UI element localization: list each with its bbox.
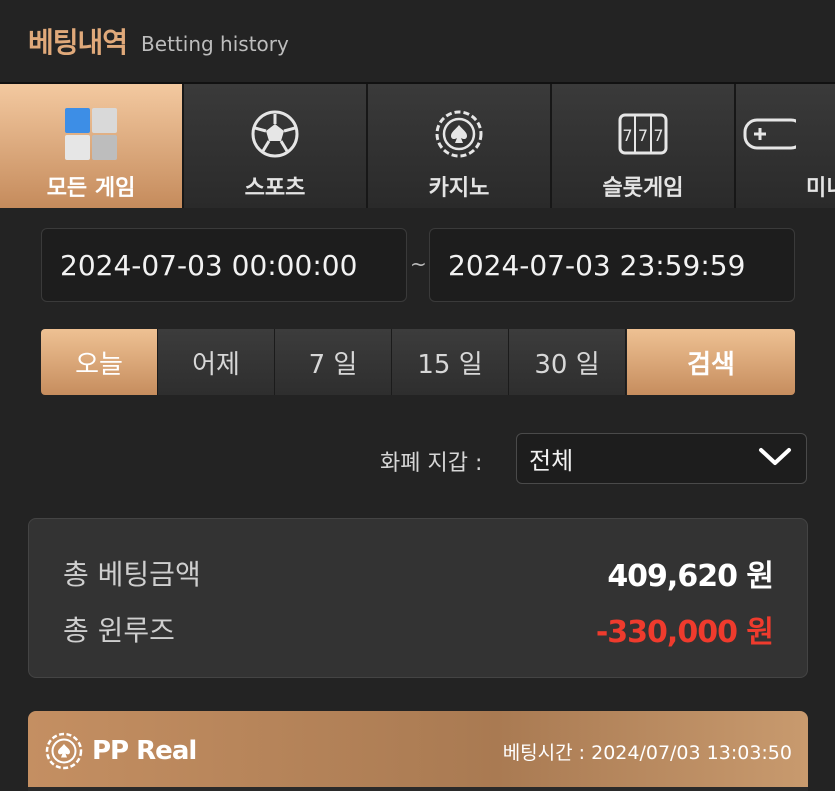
page-header: 베팅내역 Betting history — [0, 0, 835, 82]
period-today-button[interactable]: 오늘 — [41, 329, 158, 395]
currency-wallet-select[interactable]: 전체 — [516, 433, 807, 484]
bet-card-header[interactable]: PP Real 베팅시간 : 2024/07/03 13:03:50 — [28, 711, 808, 791]
total-winloss-label: 총 윈루즈 — [63, 614, 175, 647]
page-title: 베팅내역 — [28, 26, 128, 59]
period-30days-button[interactable]: 30 일 — [509, 329, 626, 395]
svg-text:7: 7 — [622, 126, 632, 145]
soccer-ball-icon — [245, 104, 305, 164]
casino-chip-icon — [429, 104, 489, 164]
tab-all-games[interactable]: 모든 게임 — [0, 84, 184, 208]
tab-label: 모든 게임 — [46, 176, 136, 201]
gamepad-icon — [738, 104, 833, 164]
tab-label: 미니 — [806, 176, 835, 201]
game-tabs: 모든 게임 스포츠 카지노 7 7 7 슬롯게임 미 — [0, 82, 835, 208]
period-selector: 오늘 어제 7 일 15 일 30 일 — [41, 329, 626, 395]
casino-chip-icon — [44, 731, 84, 771]
svg-text:7: 7 — [653, 126, 663, 145]
end-date-input[interactable]: 2024-07-03 23:59:59 — [429, 228, 795, 302]
bet-time: 베팅시간 : 2024/07/03 13:03:50 — [502, 741, 792, 764]
total-bet-value: 409,620 원 — [607, 559, 774, 594]
svg-text:7: 7 — [638, 126, 648, 145]
period-15days-button[interactable]: 15 일 — [392, 329, 509, 395]
search-button[interactable]: 검색 — [627, 329, 795, 395]
start-date-input[interactable]: 2024-07-03 00:00:00 — [41, 228, 407, 302]
period-yesterday-button[interactable]: 어제 — [158, 329, 275, 395]
tab-slot[interactable]: 7 7 7 슬롯게임 — [552, 84, 736, 208]
total-bet-row: 총 베팅금액 409,620 원 — [63, 551, 774, 595]
tab-label: 카지노 — [428, 176, 490, 201]
betting-summary: 총 베팅금액 409,620 원 총 윈루즈 -330,000 원 — [28, 518, 808, 678]
total-winloss-value: -330,000 원 — [595, 615, 774, 650]
start-date-value: 2024-07-03 00:00:00 — [60, 248, 358, 282]
bet-game-name: PP Real — [92, 736, 197, 766]
tab-casino[interactable]: 카지노 — [368, 84, 552, 208]
all-games-cube-icon — [61, 104, 121, 164]
page-subtitle: Betting history — [141, 32, 289, 56]
period-7days-button[interactable]: 7 일 — [275, 329, 392, 395]
slot-machine-icon: 7 7 7 — [613, 104, 673, 164]
end-date-value: 2024-07-03 23:59:59 — [448, 248, 746, 282]
total-winloss-row: 총 윈루즈 -330,000 원 — [63, 607, 774, 651]
tab-label: 슬롯게임 — [602, 176, 684, 201]
date-separator: ~ — [410, 252, 427, 276]
chevron-down-icon — [758, 445, 792, 473]
currency-selected-value: 전체 — [529, 447, 574, 475]
tab-sports[interactable]: 스포츠 — [184, 84, 368, 208]
currency-wallet-label: 화폐 지갑 : — [380, 451, 483, 476]
total-bet-label: 총 베팅금액 — [63, 558, 201, 591]
tab-mini[interactable]: 미니 — [736, 84, 835, 208]
tab-label: 스포츠 — [244, 176, 306, 201]
